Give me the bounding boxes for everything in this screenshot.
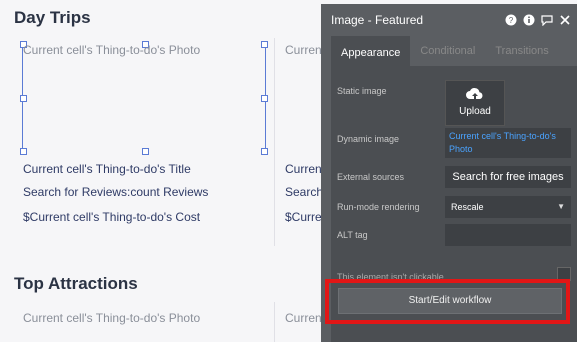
resize-handle[interactable] <box>261 41 268 48</box>
section-title-top-attractions: Top Attractions <box>14 274 138 293</box>
run-mode-value: Rescale <box>451 202 484 212</box>
static-image-label: Static image <box>337 86 387 96</box>
panel-tabs: Appearance Conditional Transitions <box>331 36 559 70</box>
external-sources-label: External sources <box>337 172 405 182</box>
resize-handle[interactable] <box>142 148 149 155</box>
panel-header[interactable]: Image - Featured ? <box>321 4 577 36</box>
thing-title-text-col2[interactable]: Current <box>285 162 325 176</box>
photo-placeholder-top: Current cell's Thing-to-do's Photo <box>23 311 201 325</box>
resize-handle[interactable] <box>20 95 27 102</box>
resize-handle[interactable] <box>261 148 268 155</box>
reviews-count-text-col2[interactable]: Search <box>285 185 323 199</box>
dynamic-image-label: Dynamic image <box>337 134 400 144</box>
tab-appearance[interactable]: Appearance <box>331 36 411 68</box>
resize-handle[interactable] <box>20 148 27 155</box>
photo-placeholder-col2: Current <box>285 43 326 57</box>
tab-conditional[interactable]: Conditional <box>410 36 485 66</box>
cost-text[interactable]: $Current cell's Thing-to-do's Cost <box>23 210 200 224</box>
resize-handle[interactable] <box>261 95 268 102</box>
panel-title: Image - Featured <box>331 13 424 27</box>
tab-transitions[interactable]: Transitions <box>485 36 558 66</box>
run-mode-select[interactable]: Rescale ▼ <box>445 196 571 218</box>
panel-header-icons: ? <box>505 14 571 26</box>
image-element-selected[interactable] <box>20 41 268 155</box>
highlight-annotation <box>325 279 570 324</box>
cell-divider <box>274 38 275 246</box>
upload-button[interactable]: Upload <box>445 80 505 126</box>
search-free-images-button[interactable]: Search for free images <box>445 166 571 188</box>
svg-text:?: ? <box>509 16 514 25</box>
run-mode-label: Run-mode rendering <box>337 202 420 212</box>
upload-label: Upload <box>459 106 491 117</box>
photo-placeholder: Current cell's Thing-to-do's Photo <box>23 43 201 57</box>
alt-tag-label: ALT tag <box>337 230 368 240</box>
chevron-down-icon: ▼ <box>557 202 565 211</box>
reviews-count-text[interactable]: Search for Reviews:count Reviews <box>23 185 208 199</box>
alt-tag-input[interactable] <box>445 224 571 246</box>
dynamic-image-field[interactable]: Current cell's Thing-to-do's Photo <box>445 128 571 158</box>
upload-icon <box>466 88 483 99</box>
comment-icon[interactable] <box>541 14 553 26</box>
cell-divider <box>274 302 275 342</box>
info-icon[interactable] <box>523 14 535 26</box>
section-title-day-trips: Day Trips <box>14 8 91 27</box>
photo-placeholder-top-col2: Current <box>285 311 326 325</box>
help-icon[interactable]: ? <box>505 14 517 26</box>
thing-title-text[interactable]: Current cell's Thing-to-do's Title <box>23 162 191 176</box>
close-icon[interactable] <box>559 14 571 26</box>
